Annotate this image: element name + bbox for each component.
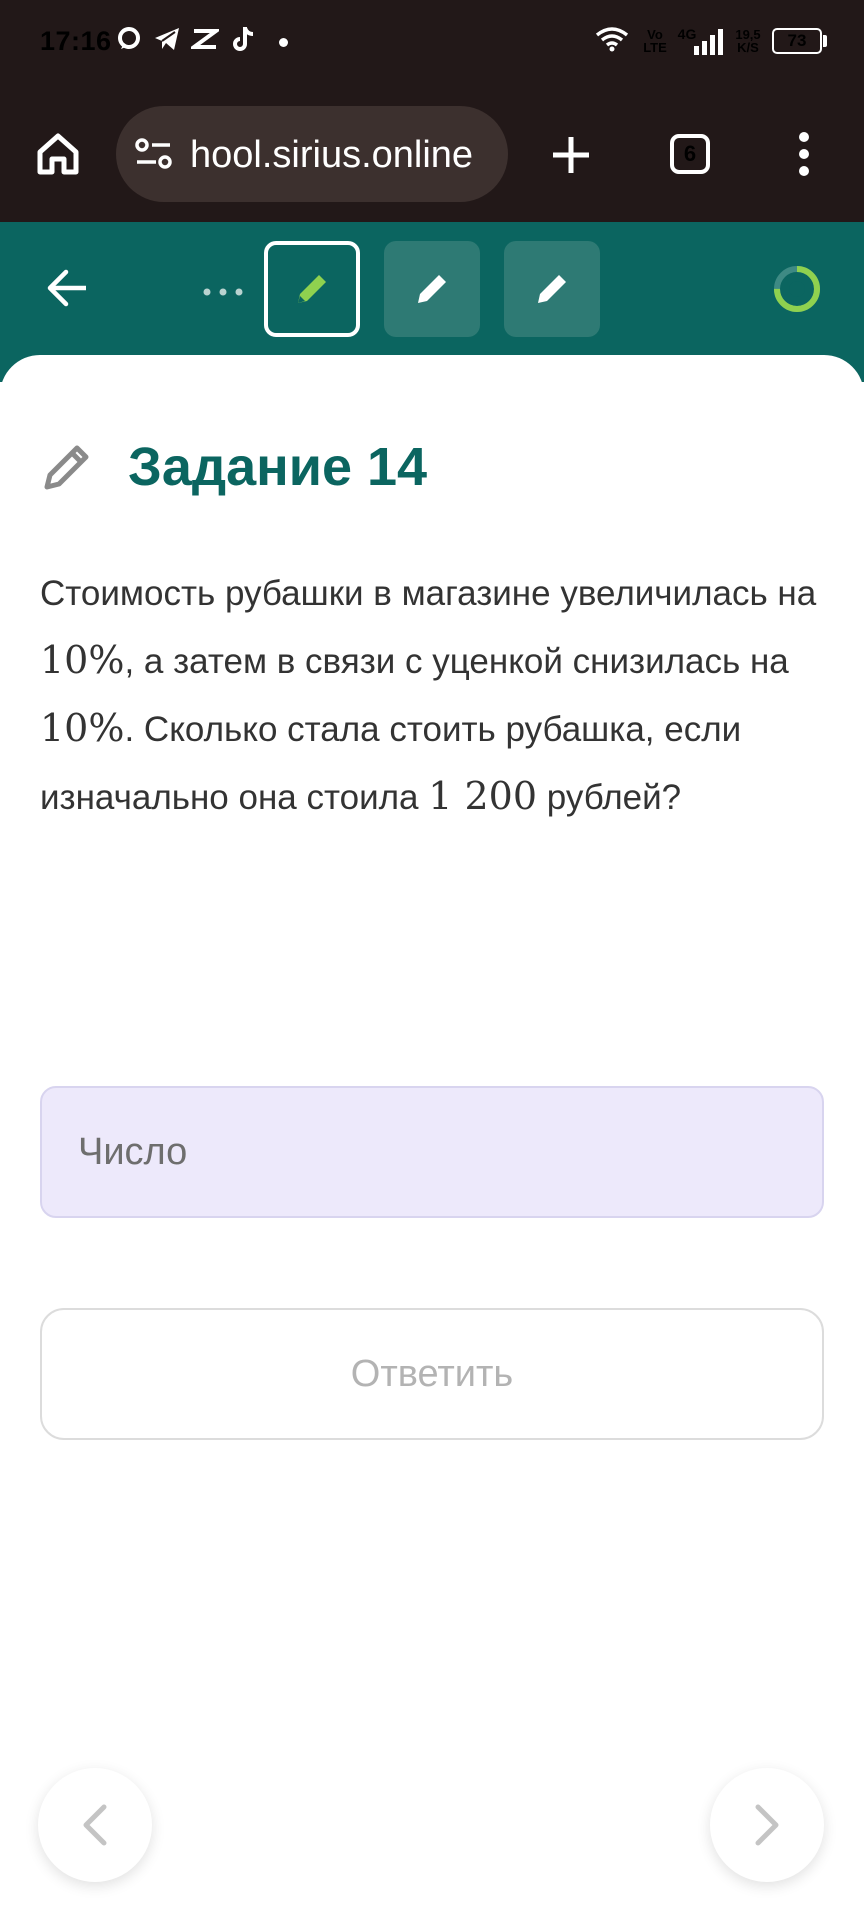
network-speed: 19,5 K/S bbox=[735, 27, 761, 55]
chat-bubble-icon bbox=[114, 24, 144, 54]
capcut-icon bbox=[190, 24, 220, 54]
pencil-icon bbox=[418, 275, 446, 303]
site-settings-icon[interactable] bbox=[134, 136, 174, 172]
new-tab-icon[interactable] bbox=[550, 134, 592, 176]
task-title: Задание 14 bbox=[128, 437, 428, 497]
math-price: 1 200 bbox=[428, 774, 538, 818]
tiktok-icon bbox=[229, 24, 259, 54]
problem-text: Стоимость рубашки в магазине увеличилась… bbox=[40, 574, 817, 818]
progress-ring-center bbox=[789, 281, 805, 297]
math-percent: 10% bbox=[40, 706, 125, 750]
battery-tip bbox=[823, 35, 827, 47]
tab-switcher-button[interactable]: 6 bbox=[670, 134, 710, 174]
home-icon[interactable] bbox=[34, 130, 82, 178]
edit-pencil-icon bbox=[42, 440, 94, 492]
next-task-button[interactable] bbox=[710, 1768, 824, 1882]
submit-answer-button[interactable]: Ответить bbox=[40, 1308, 824, 1440]
math-percent: 10% bbox=[40, 638, 125, 682]
more-notifications-dot-icon bbox=[279, 38, 288, 47]
answer-number-input[interactable] bbox=[40, 1086, 824, 1218]
chevron-right-icon bbox=[755, 1804, 779, 1846]
telegram-icon bbox=[152, 24, 182, 54]
url-text[interactable]: hool.sirius.online bbox=[190, 134, 490, 177]
signal-icon bbox=[692, 28, 726, 56]
more-tasks-ellipsis-icon[interactable] bbox=[202, 284, 244, 296]
task-tab-active[interactable] bbox=[264, 241, 360, 337]
task-tab[interactable] bbox=[504, 241, 600, 337]
task-tab[interactable] bbox=[384, 241, 480, 337]
battery-indicator: 73 bbox=[772, 28, 822, 54]
progress-ring-icon[interactable] bbox=[770, 262, 824, 316]
wifi-icon bbox=[594, 24, 630, 54]
volte-indicator: Vo LTE bbox=[643, 27, 667, 55]
pencil-icon bbox=[298, 275, 326, 303]
chevron-left-icon bbox=[83, 1804, 107, 1846]
status-time: 17:16 bbox=[40, 26, 112, 56]
previous-task-button[interactable] bbox=[38, 1768, 152, 1882]
pencil-icon bbox=[538, 275, 566, 303]
back-arrow-icon[interactable] bbox=[46, 268, 90, 308]
browser-menu-icon[interactable] bbox=[796, 132, 812, 176]
